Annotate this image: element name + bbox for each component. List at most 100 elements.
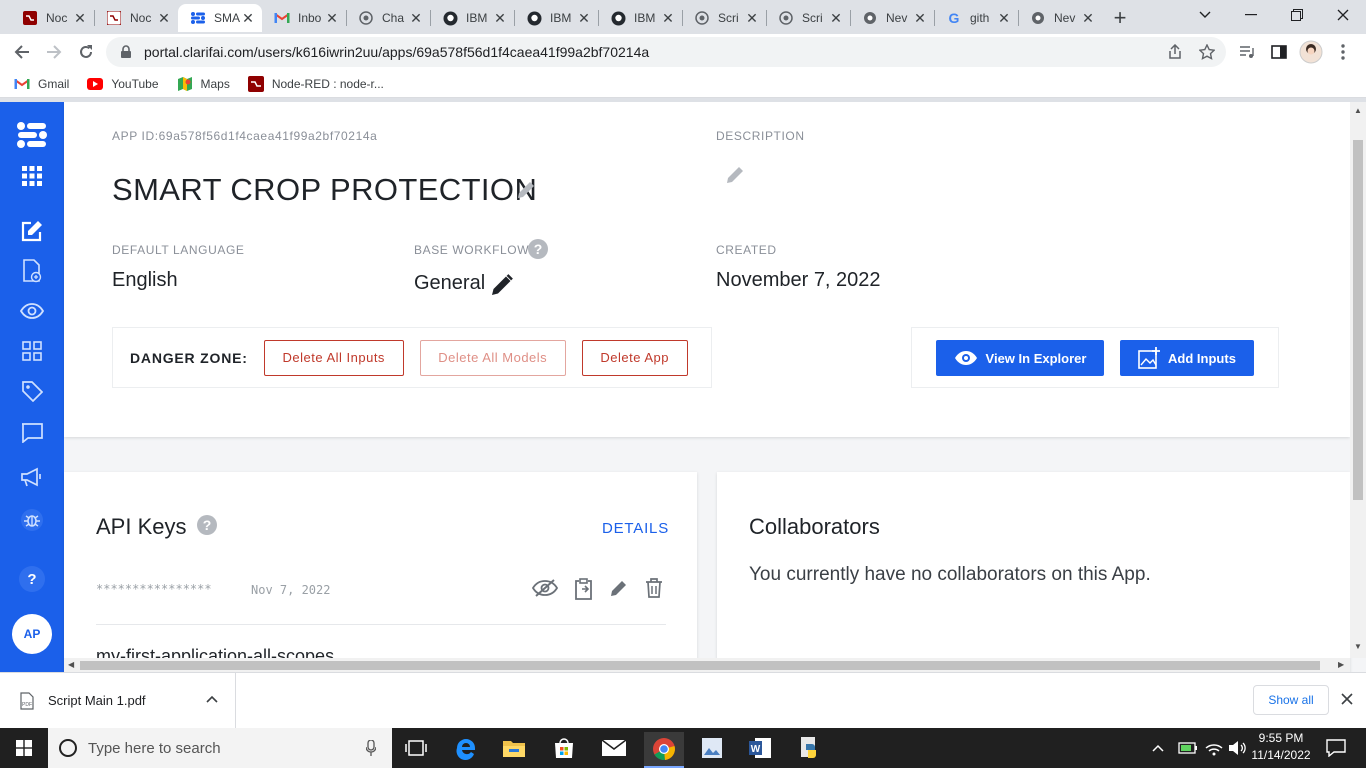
clarifai-logo-icon[interactable] <box>16 119 48 151</box>
show-hidden-icons-chevron[interactable] <box>1146 732 1170 764</box>
task-view-icon[interactable] <box>396 732 436 764</box>
close-tab-icon[interactable]: ✕ <box>576 10 592 26</box>
download-item[interactable]: PDF Script Main 1.pdf <box>0 673 236 728</box>
bookmark-nodered[interactable]: Node-RED : node-r... <box>247 75 384 92</box>
show-all-downloads-button[interactable]: Show all <box>1253 685 1329 715</box>
edge-browser-icon[interactable] <box>446 732 486 764</box>
close-tab-icon[interactable]: ✕ <box>1080 10 1096 26</box>
notifications-icon[interactable] <box>1316 732 1356 764</box>
vertical-scroll-thumb[interactable] <box>1353 140 1363 500</box>
inputs-file-icon[interactable] <box>16 255 48 287</box>
edit-app-name-pencil-icon[interactable] <box>516 180 536 200</box>
app-details-edit-icon[interactable] <box>16 215 48 247</box>
python-icon[interactable] <box>790 732 830 764</box>
close-download-bar-icon[interactable] <box>1341 693 1353 705</box>
close-tab-icon[interactable]: ✕ <box>828 10 844 26</box>
tab-nodered-1[interactable]: Noc ✕ <box>10 4 94 32</box>
tab-github-2[interactable]: IBM ✕ <box>514 4 598 32</box>
address-bar[interactable]: portal.clarifai.com/users/k616iwrin2uu/a… <box>106 37 1226 67</box>
windows-start-icon[interactable] <box>4 732 44 764</box>
close-tab-icon[interactable]: ✕ <box>744 10 760 26</box>
comments-icon[interactable] <box>16 417 48 449</box>
mail-icon[interactable] <box>594 732 634 764</box>
microsoft-store-icon[interactable] <box>544 732 584 764</box>
restore-button[interactable] <box>1274 0 1320 30</box>
tab-github-3[interactable]: IBM ✕ <box>598 4 682 32</box>
view-in-explorer-button[interactable]: View In Explorer <box>936 340 1104 376</box>
delete-key-trash-icon[interactable] <box>645 578 663 598</box>
close-tab-icon[interactable]: ✕ <box>324 10 340 26</box>
share-icon[interactable] <box>1162 39 1188 65</box>
add-inputs-button[interactable]: Add Inputs <box>1120 340 1254 376</box>
base-workflow-help-icon[interactable]: ? <box>528 239 548 259</box>
tab-chat[interactable]: Cha ✕ <box>346 4 430 32</box>
close-tab-icon[interactable]: ✕ <box>492 10 508 26</box>
close-tab-icon[interactable]: ✕ <box>240 10 256 26</box>
close-tab-icon[interactable]: ✕ <box>912 10 928 26</box>
chrome-menu-icon[interactable] <box>1330 39 1356 65</box>
api-keys-help-icon[interactable]: ? <box>197 515 217 535</box>
bookmark-youtube[interactable]: YouTube <box>87 76 159 92</box>
image-viewer-icon[interactable] <box>692 732 732 764</box>
close-tab-icon[interactable]: ✕ <box>72 10 88 26</box>
scroll-right-arrow-icon[interactable]: ▶ <box>1338 660 1344 669</box>
taskbar-clock[interactable]: 9:55 PM 11/14/2022 <box>1248 730 1314 764</box>
delete-all-models-button[interactable]: Delete All Models <box>419 339 566 376</box>
concepts-tag-icon[interactable] <box>16 375 48 407</box>
taskbar-search-box[interactable]: Type here to search <box>48 728 392 768</box>
delete-app-button[interactable]: Delete App <box>581 339 688 376</box>
vertical-scrollbar[interactable]: ▲ ▼ <box>1350 102 1366 658</box>
tab-github-1[interactable]: IBM ✕ <box>430 4 514 32</box>
file-explorer-icon[interactable] <box>494 732 534 764</box>
bug-report-icon[interactable] <box>16 504 48 536</box>
tab-search-icon[interactable] <box>1182 0 1228 30</box>
scroll-up-arrow-icon[interactable]: ▲ <box>1354 106 1362 115</box>
copy-key-icon[interactable] <box>574 578 594 600</box>
minimize-button[interactable] <box>1228 0 1274 30</box>
reveal-key-eye-slash-icon[interactable] <box>532 578 558 598</box>
horizontal-scrollbar[interactable]: ◀ ▶ <box>64 658 1350 672</box>
close-tab-icon[interactable]: ✕ <box>660 10 676 26</box>
explorer-eye-icon[interactable] <box>16 295 48 327</box>
back-button[interactable] <box>8 38 36 66</box>
battery-charging-icon[interactable] <box>1176 732 1200 764</box>
tab-clarifai-active[interactable]: SMA ✕ <box>178 4 262 32</box>
bookmark-star-icon[interactable] <box>1194 39 1220 65</box>
word-icon[interactable]: W <box>740 732 780 764</box>
profile-avatar[interactable] <box>1298 39 1324 65</box>
side-panel-icon[interactable] <box>1266 39 1292 65</box>
media-controls-icon[interactable] <box>1234 39 1260 65</box>
reload-button[interactable] <box>72 38 100 66</box>
edit-workflow-pencil-icon[interactable] <box>490 273 514 297</box>
wifi-icon[interactable] <box>1202 732 1226 764</box>
close-tab-icon[interactable]: ✕ <box>156 10 172 26</box>
edit-key-pencil-icon[interactable] <box>610 579 628 597</box>
tab-google[interactable]: G gith ✕ <box>934 4 1018 32</box>
api-keys-details-link[interactable]: DETAILS <box>602 520 669 537</box>
tab-new-1[interactable]: Nev ✕ <box>850 4 934 32</box>
announcements-megaphone-icon[interactable] <box>16 461 48 493</box>
tab-script-1[interactable]: Scri ✕ <box>682 4 766 32</box>
tab-new-2[interactable]: Nev ✕ <box>1018 4 1102 32</box>
chevron-up-icon[interactable] <box>206 695 218 703</box>
volume-icon[interactable] <box>1226 732 1250 764</box>
scroll-left-arrow-icon[interactable]: ◀ <box>68 660 74 669</box>
bookmark-maps[interactable]: Maps <box>177 76 230 92</box>
forward-button[interactable] <box>40 38 68 66</box>
apps-grid-icon[interactable] <box>16 160 48 192</box>
edit-description-pencil-icon[interactable] <box>725 165 745 185</box>
new-tab-button[interactable]: + <box>1108 5 1132 30</box>
models-grid-icon[interactable] <box>16 335 48 367</box>
scroll-down-arrow-icon[interactable]: ▼ <box>1354 642 1362 651</box>
horizontal-scroll-thumb[interactable] <box>80 661 1320 670</box>
user-avatar[interactable]: AP <box>12 614 52 654</box>
close-tab-icon[interactable]: ✕ <box>996 10 1012 26</box>
delete-all-inputs-button[interactable]: Delete All Inputs <box>263 339 404 376</box>
chrome-taskbar-icon[interactable] <box>644 732 684 768</box>
close-tab-icon[interactable]: ✕ <box>408 10 424 26</box>
tab-script-2[interactable]: Scri ✕ <box>766 4 850 32</box>
microphone-icon[interactable] <box>366 740 376 756</box>
bookmark-gmail[interactable]: Gmail <box>14 76 69 92</box>
tab-gmail[interactable]: Inbo ✕ <box>262 4 346 32</box>
tab-nodered-2[interactable]: Noc ✕ <box>94 4 178 32</box>
